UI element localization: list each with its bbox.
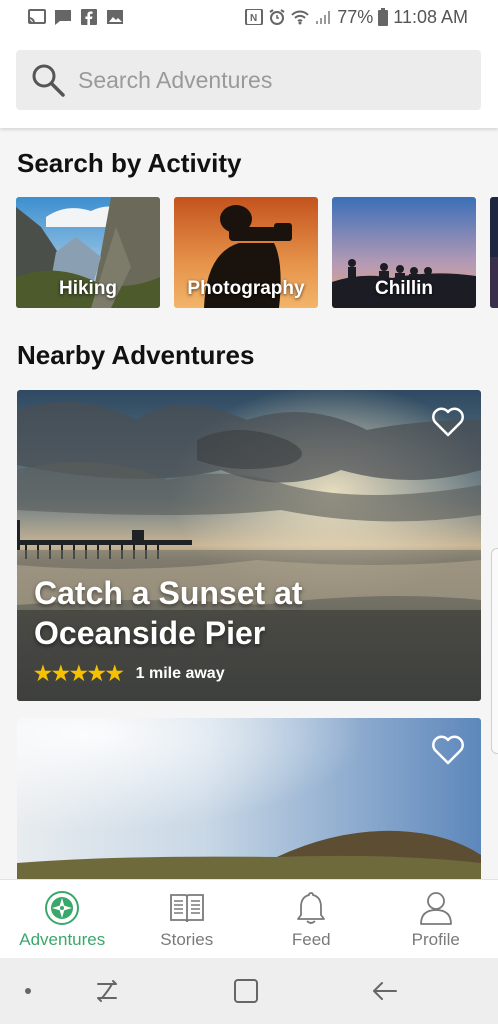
hillside-image bbox=[17, 718, 481, 879]
home-icon[interactable] bbox=[232, 978, 260, 1004]
back-icon[interactable] bbox=[370, 978, 400, 1004]
activity-section-title: Search by Activity bbox=[17, 148, 242, 178]
battery-percent: 77% bbox=[337, 6, 374, 27]
signal-icon bbox=[316, 11, 331, 24]
battery-icon bbox=[378, 8, 389, 26]
rating-stars: ★★★★★ bbox=[34, 663, 124, 685]
nav-label: Stories bbox=[160, 930, 214, 949]
bottom-nav: Adventures Stories Feed Profile bbox=[0, 879, 498, 959]
nav-feed[interactable]: Feed bbox=[249, 880, 374, 959]
adventure-card[interactable]: Catch a Sunset at Oceanside Pier ★★★★★ 1… bbox=[17, 390, 481, 701]
facebook-icon bbox=[81, 9, 97, 25]
gallery-icon bbox=[107, 10, 123, 24]
partial-activity-image bbox=[490, 197, 498, 308]
nav-adventures[interactable]: Adventures bbox=[0, 880, 125, 959]
nav-label: Feed bbox=[291, 930, 331, 949]
nav-label: Adventures bbox=[19, 930, 106, 949]
bell-icon bbox=[297, 892, 326, 924]
recent-apps-icon[interactable] bbox=[92, 978, 122, 1004]
adventure-title: Catch a Sunset at Oceanside Pier bbox=[34, 575, 303, 651]
search-input[interactable] bbox=[76, 65, 460, 95]
status-bar: N 77% 11:08 AM bbox=[0, 0, 498, 34]
nav-profile[interactable]: Profile bbox=[374, 880, 498, 959]
activity-row[interactable]: Hiking Photography Chillin bbox=[16, 197, 498, 309]
message-icon bbox=[55, 10, 71, 25]
activity-label: Chillin bbox=[374, 278, 434, 299]
search-box[interactable] bbox=[16, 50, 481, 110]
system-nav-bar bbox=[0, 958, 498, 1024]
activity-label: Hiking bbox=[58, 278, 118, 299]
cast-icon bbox=[28, 9, 46, 24]
favorite-heart-icon[interactable] bbox=[431, 406, 465, 438]
scrollbar-handle[interactable] bbox=[491, 548, 498, 754]
compass-icon bbox=[45, 891, 80, 925]
sunset-pier-image bbox=[17, 390, 481, 701]
dot-icon bbox=[25, 988, 31, 994]
status-left-icons bbox=[0, 9, 124, 25]
nfc-icon: N bbox=[245, 9, 264, 25]
adventure-card[interactable] bbox=[17, 718, 481, 879]
favorite-heart-icon[interactable] bbox=[431, 734, 465, 766]
status-right-icons: N 77% 11:08 AM bbox=[245, 7, 498, 28]
activity-card-hiking[interactable]: Hiking bbox=[16, 197, 160, 308]
wifi-icon bbox=[291, 10, 309, 25]
search-icon bbox=[32, 64, 65, 97]
clock: 11:08 AM bbox=[393, 6, 468, 27]
adventure-distance: 1 mile away bbox=[135, 665, 225, 682]
person-icon bbox=[419, 892, 452, 925]
book-icon bbox=[169, 894, 204, 923]
alarm-icon bbox=[269, 9, 285, 25]
adventure-meta: ★★★★★ 1 mile away bbox=[34, 664, 225, 684]
nearby-section-title: Nearby Adventures bbox=[17, 340, 255, 370]
activity-card-photography[interactable]: Photography bbox=[174, 197, 318, 308]
svg-text:N: N bbox=[250, 13, 257, 24]
activity-card-chillin[interactable]: Chillin bbox=[332, 197, 476, 308]
activity-card-partial[interactable] bbox=[490, 197, 498, 308]
nav-label: Profile bbox=[411, 930, 460, 949]
nav-stories[interactable]: Stories bbox=[125, 880, 250, 959]
search-header bbox=[0, 34, 498, 128]
activity-label: Photography bbox=[187, 278, 305, 299]
